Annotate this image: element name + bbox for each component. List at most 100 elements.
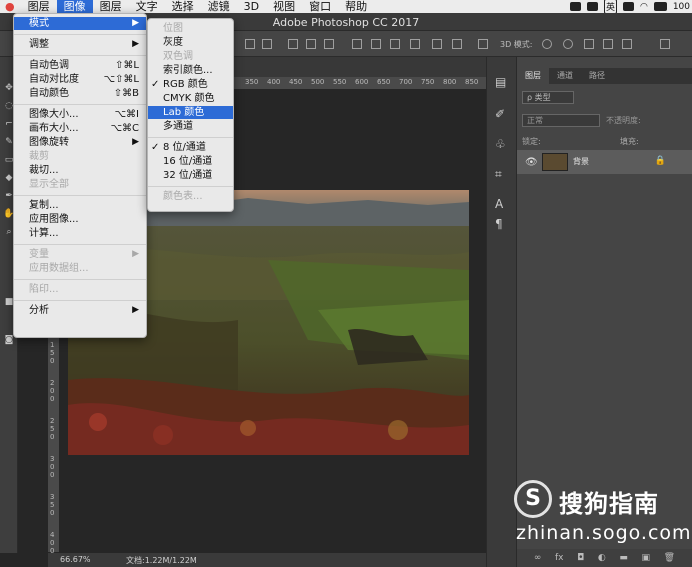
qq-icon[interactable] [569,2,581,11]
mode-submenu-item[interactable]: 灰度 [148,36,233,49]
ruler-tick: 350 [245,78,259,86]
image-menu-item[interactable]: 自动对比度 ⌥⇧⌘L [14,73,146,86]
image-menu-item[interactable]: 复制... [14,199,146,212]
blend-mode-select[interactable]: 正常 [522,114,600,127]
document-size[interactable]: 文档:1.22M/1.22M [126,555,197,566]
airplay-icon[interactable] [653,2,667,11]
folder-icon[interactable]: ▬ [619,553,628,563]
image-menu-item[interactable]: 裁切... [14,164,146,177]
menu-3d[interactable]: 3D [237,0,266,13]
menu-view[interactable]: 视图 [266,0,302,13]
ruler-tick: 2 [50,417,55,425]
lock-icon[interactable]: 🔒 [655,156,666,166]
shortcut-label: ⇧⌘L [115,60,139,71]
mode-submenu-item[interactable]: 16 位/通道 [148,155,233,168]
orbit-3d-icon[interactable] [542,39,552,49]
image-menu-item[interactable]: 调整 ▶ [14,38,146,51]
image-menu-item[interactable]: 自动色调 ⇧⌘L [14,59,146,72]
adjustment-icon[interactable]: ◐ [598,553,606,563]
crop-icon[interactable]: ⌗ [495,167,502,182]
menu-select[interactable]: 选择 [165,0,201,13]
layer-name[interactable]: 背景 [573,156,589,167]
input-method-indicator[interactable]: 英 [603,0,617,14]
slide-3d-icon[interactable] [603,39,613,49]
image-menu-item[interactable]: 图像大小... ⌥⌘I [14,108,146,121]
menu-layer[interactable]: 图层 [21,0,57,13]
distribute-icon[interactable] [371,39,381,49]
clone-source-icon[interactable]: ♧ [495,137,506,151]
tab-channels[interactable]: 通道 [549,68,581,84]
character-icon[interactable]: A [495,197,503,211]
menu-separator [148,137,233,138]
align-icon[interactable] [288,39,298,49]
layer-row[interactable]: 👁 背景 🔒 [517,150,692,174]
image-menu-item-label: 自动对比度 [29,74,79,85]
mask-icon[interactable]: ◘ [577,553,584,563]
status-icon[interactable] [586,2,598,11]
zoom-level[interactable]: 66.67% [60,555,91,564]
tab-layers[interactable]: 图层 [517,68,549,84]
paragraph-icon[interactable]: ¶ [495,217,503,231]
roll-3d-icon[interactable] [563,39,573,49]
menu-image[interactable]: 图像 [56,0,93,13]
watermark-brand: 搜狗指南 [559,490,659,518]
wechat-icon[interactable] [622,2,634,11]
ruler-tick: 0 [50,509,55,517]
ruler-tick: 850 [465,78,479,86]
menu-filter[interactable]: 滤镜 [201,0,237,13]
auto-align-icon[interactable] [478,39,488,49]
brush-settings-icon[interactable]: ✐ [495,107,505,121]
mode-submenu: 位图 灰度 双色调 索引颜色... ✓ RGB 颜色 CMYK 颜色 Lab 颜色 多通道 ✓ 8 … [147,18,234,212]
distribute-icon[interactable] [432,39,442,49]
distribute-icon[interactable] [410,39,420,49]
mode-submenu-item[interactable]: 索引颜色... [148,64,233,77]
history-icon[interactable]: ▤ [495,75,506,89]
link-icon[interactable]: ∞ [534,553,542,563]
image-menu-item[interactable]: 计算... [14,227,146,240]
layer-thumbnail[interactable] [542,153,568,171]
trash-icon[interactable]: 🗑 [664,553,675,563]
fx-icon[interactable]: fx [555,553,564,563]
distribute-icon[interactable] [452,39,462,49]
distribute-icon[interactable] [352,39,362,49]
workspace-icon[interactable] [660,39,670,49]
image-menu-item[interactable]: 画布大小... ⌥⌘C [14,122,146,135]
image-menu-item[interactable]: 模式 ▶ [14,17,146,30]
image-menu-item[interactable]: 应用图像... [14,213,146,226]
pan-3d-icon[interactable] [584,39,594,49]
align-icon[interactable] [245,39,255,49]
align-icon[interactable] [324,39,334,49]
submenu-arrow-icon: ▶ [132,18,139,28]
image-menu-item-label: 图像旋转 [29,137,69,148]
mode-submenu-item[interactable]: 多通道 [148,120,233,133]
ruler-tick: 600 [355,78,369,86]
mode-submenu-item[interactable]: 32 位/通道 [148,169,233,182]
mode-submenu-item[interactable]: CMYK 颜色 [148,92,233,105]
distribute-icon[interactable] [390,39,400,49]
new-layer-icon[interactable]: ▣ [642,553,651,563]
layer-filter-select[interactable]: ρ 类型 [522,91,574,104]
mode-submenu-item[interactable]: ✓ 8 位/通道 [148,141,233,154]
wifi-icon[interactable]: ◠ [640,2,648,12]
image-menu-item[interactable]: 自动颜色 ⇧⌘B [14,87,146,100]
mode-submenu-item[interactable]: ✓ RGB 颜色 [148,78,233,91]
menu-separator [14,34,146,35]
image-menu-item-label: 自动颜色 [29,88,69,99]
image-menu-item[interactable]: 图像旋转 ▶ [14,136,146,149]
layers-panel-footer: ∞ fx ◘ ◐ ▬ ▣ 🗑 [517,549,692,567]
menu-help[interactable]: 帮助 [338,0,374,13]
align-icon[interactable] [262,39,272,49]
shortcut-label: ⇧⌘B [113,88,139,99]
scale-3d-icon[interactable] [622,39,632,49]
menu-window[interactable]: 窗口 [302,0,338,13]
menu-type[interactable]: 文字 [129,0,165,13]
align-icon[interactable] [306,39,316,49]
eye-icon[interactable]: 👁 [525,157,538,168]
image-menu-item[interactable]: 分析 ▶ [14,304,146,317]
menu-layer2[interactable]: 图层 [93,0,129,13]
red-close-dot[interactable]: ● [0,0,21,13]
tab-paths[interactable]: 路径 [581,68,613,84]
mode-submenu-item[interactable]: Lab 颜色 [148,106,233,119]
image-menu-item: 显示全部 [14,178,146,191]
watermark-url: zhinan.sogo.com [516,522,692,544]
